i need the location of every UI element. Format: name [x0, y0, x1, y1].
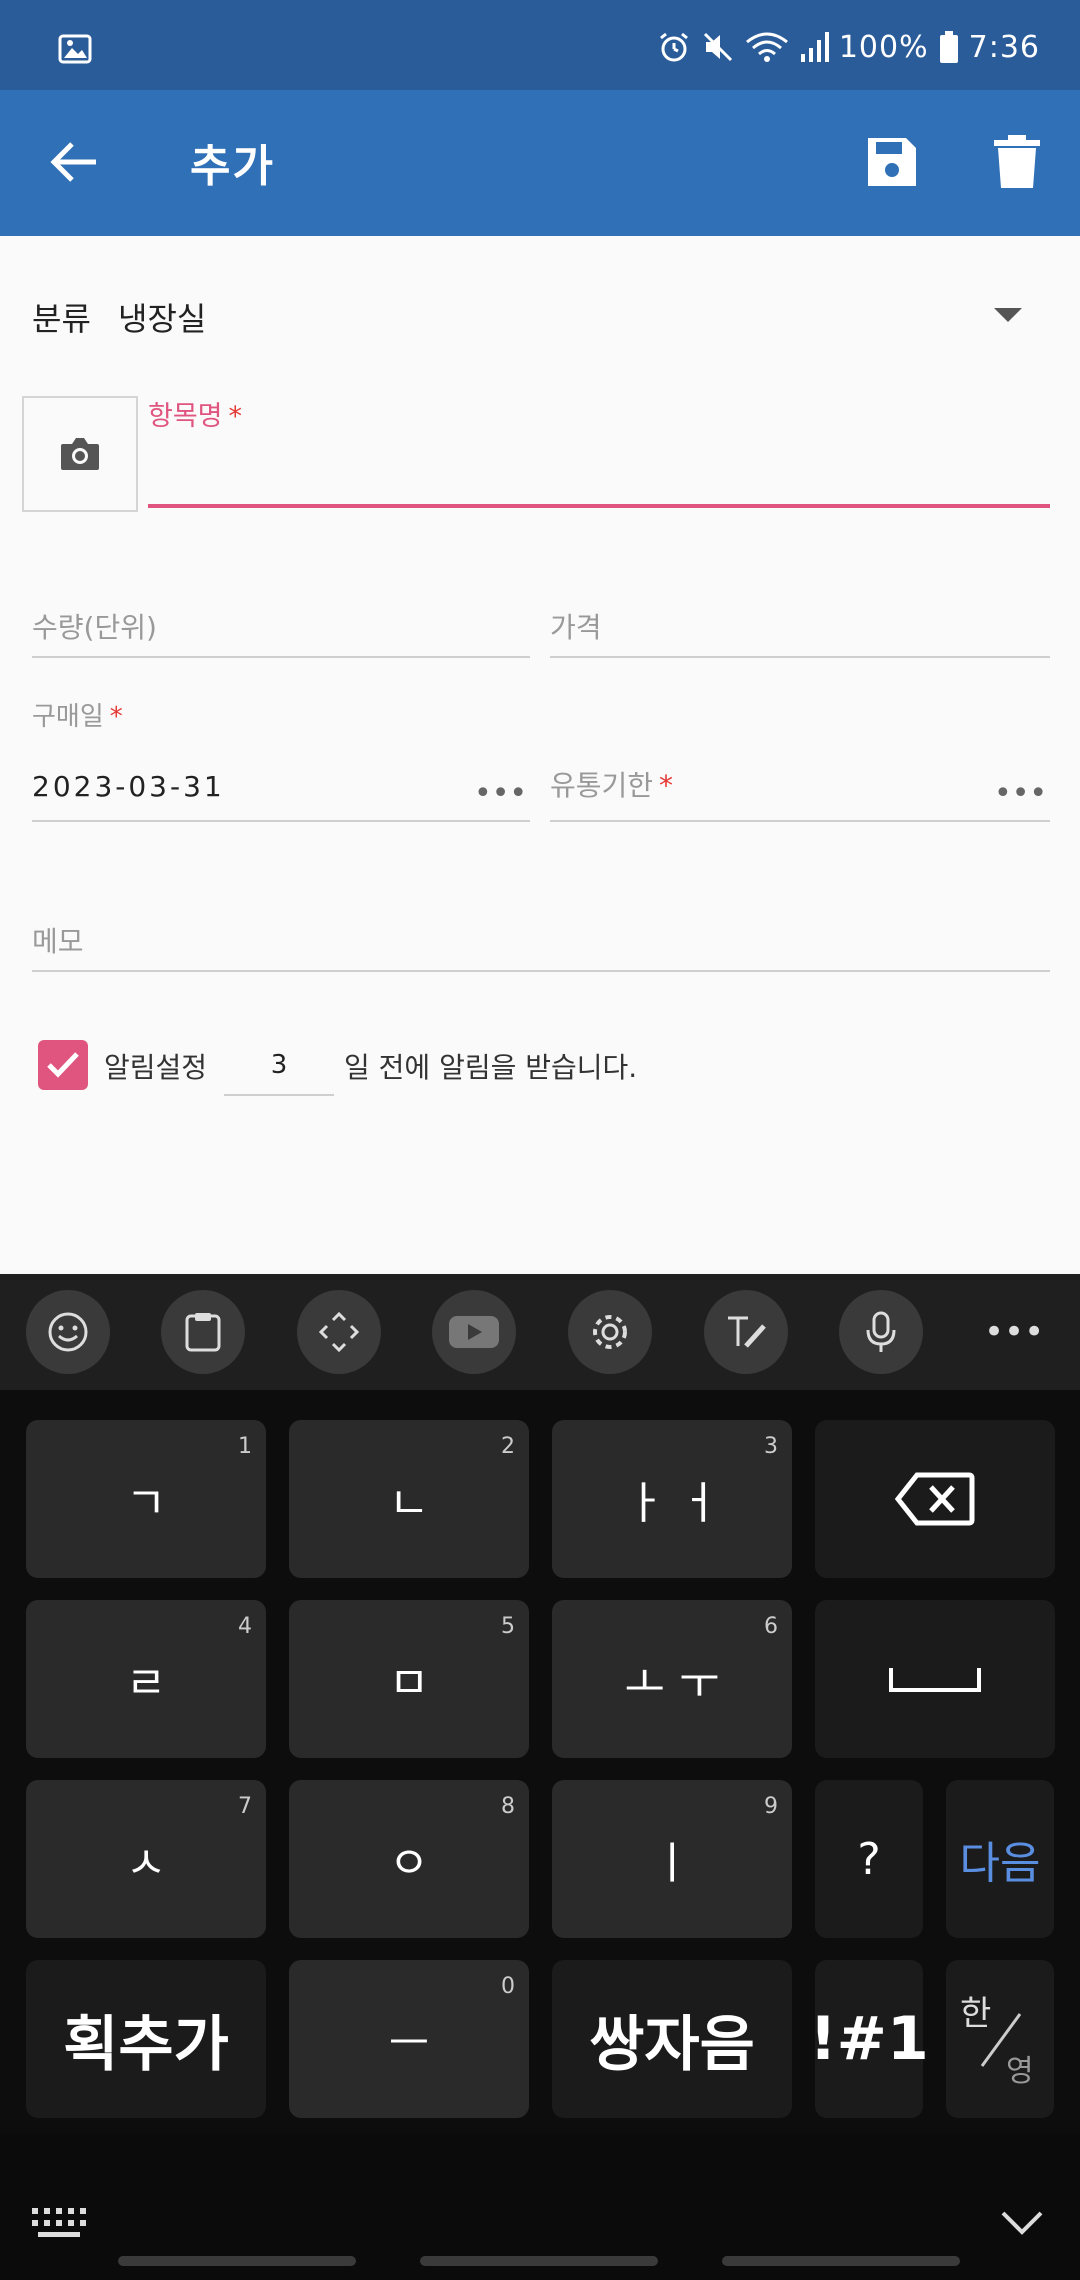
youtube-icon[interactable] [432, 1290, 516, 1374]
check-icon [47, 1052, 79, 1078]
key-mieum[interactable]: ㅁ5 [289, 1600, 529, 1758]
keyboard-toolbar: ••• [0, 1274, 1080, 1390]
status-bar: 100% 7:36 [0, 0, 1080, 90]
key-eu[interactable]: ㅡ0 [289, 1960, 529, 2118]
expiry-date-more-icon[interactable]: ••• [994, 776, 1047, 811]
category-value: 냉장실 [118, 300, 207, 338]
price-underline [550, 656, 1050, 658]
status-icons: 100% 7:36 [657, 22, 1040, 72]
next-key[interactable]: 다음 [946, 1780, 1054, 1938]
purchase-date-label: 구매일 * [32, 702, 123, 732]
alarm-label: 알림설정 [104, 1051, 208, 1084]
item-name-field[interactable] [148, 504, 1050, 508]
purchase-date-underline [32, 820, 530, 822]
backspace-icon [895, 1472, 975, 1526]
item-form: 분류 냉장실 항목명 * 수량(단위) 가격 구매일 * 2023-03-31 ••… [0, 236, 1080, 1274]
key-a-eo[interactable]: ㅏ ㅓ3 [552, 1420, 792, 1578]
expiry-date-underline [550, 820, 1050, 822]
screen: 100% 7:36 추가 분류 냉장실 항목명 * 수량(단위) 가격 구매일 … [0, 0, 1080, 2280]
battery-percent: 100% [838, 29, 929, 65]
hide-keyboard-icon[interactable] [1000, 2210, 1044, 2236]
alarm-suffix-text: 일 전에 알림을 받습니다. [344, 1051, 638, 1084]
expiry-date-field[interactable]: 유통기한 * [550, 764, 673, 804]
category-dropdown[interactable]: 분류 냉장실 [32, 288, 1052, 348]
keyboard: ㄱ1 ㄴ2 ㅏ ㅓ3 ㄹ4 ㅁ5 ㅗ ㅜ6 ㅅ7 ㅇ8 ㅣ9 ? 다음 획추가 … [0, 1390, 1080, 2134]
camera-icon [61, 438, 99, 470]
category-label: 분류 [32, 300, 91, 338]
emoji-icon[interactable] [26, 1290, 110, 1374]
quantity-underline [32, 656, 530, 658]
clock: 7:36 [968, 29, 1040, 65]
app-bar: 추가 [0, 90, 1080, 236]
handwriting-icon[interactable] [704, 1290, 788, 1374]
key-giyeok[interactable]: ㄱ1 [26, 1420, 266, 1578]
key-rieul[interactable]: ㄹ4 [26, 1600, 266, 1758]
nav-back[interactable] [722, 2256, 960, 2266]
add-stroke-key[interactable]: 획추가 [26, 1960, 266, 2118]
backspace-key[interactable] [815, 1420, 1055, 1578]
save-icon[interactable] [864, 134, 920, 190]
key-siot[interactable]: ㅅ7 [26, 1780, 266, 1938]
language-switch-key[interactable]: 한 영 [946, 1960, 1054, 2118]
photo-button[interactable] [22, 396, 138, 512]
dropdown-arrow-icon [994, 308, 1022, 322]
key-o-u[interactable]: ㅗ ㅜ6 [552, 1600, 792, 1758]
navigation-bar [0, 2134, 1080, 2280]
key-ieung[interactable]: ㅇ8 [289, 1780, 529, 1938]
keyboard-switch-icon[interactable] [30, 2204, 88, 2240]
back-arrow-icon[interactable] [46, 134, 102, 190]
nav-recent-apps[interactable] [118, 2256, 356, 2266]
clipboard-icon[interactable] [161, 1290, 245, 1374]
mute-icon [701, 30, 735, 64]
price-field[interactable]: 가격 [550, 606, 602, 646]
space-icon [889, 1668, 981, 1692]
delete-icon[interactable] [992, 134, 1042, 190]
item-name-label: 항목명 * [148, 401, 243, 432]
purchase-date-field[interactable]: 2023-03-31 [32, 770, 225, 803]
gallery-notification-icon [58, 34, 92, 64]
quantity-field[interactable]: 수량(단위) [32, 606, 157, 646]
purchase-date-more-icon[interactable]: ••• [474, 776, 527, 811]
wifi-icon [745, 30, 789, 64]
more-options-icon[interactable]: ••• [984, 1314, 1044, 1350]
memo-field[interactable]: 메모 [32, 920, 84, 960]
key-nieun[interactable]: ㄴ2 [289, 1420, 529, 1578]
settings-gear-icon[interactable] [568, 1290, 652, 1374]
alarm-setting-row: 알림설정 일 전에 알림을 받습니다. [38, 1036, 1038, 1106]
cursor-move-icon[interactable] [297, 1290, 381, 1374]
lang-english-label: 영 [1006, 2054, 1034, 2089]
question-key[interactable]: ? [815, 1780, 923, 1938]
key-i[interactable]: ㅣ9 [552, 1780, 792, 1938]
nav-home[interactable] [420, 2256, 658, 2266]
space-key[interactable] [815, 1600, 1055, 1758]
memo-underline [32, 970, 1050, 972]
symbols-key[interactable]: !#1 [809, 1960, 929, 2118]
page-title: 추가 [190, 141, 275, 192]
signal-icon [799, 30, 829, 64]
alarm-days-input[interactable] [224, 1036, 334, 1096]
microphone-icon[interactable] [839, 1290, 923, 1374]
double-consonant-key[interactable]: 쌍자음 [552, 1960, 792, 2118]
alarm-icon [657, 30, 691, 64]
alarm-checkbox[interactable] [38, 1040, 88, 1090]
battery-icon [939, 30, 959, 64]
